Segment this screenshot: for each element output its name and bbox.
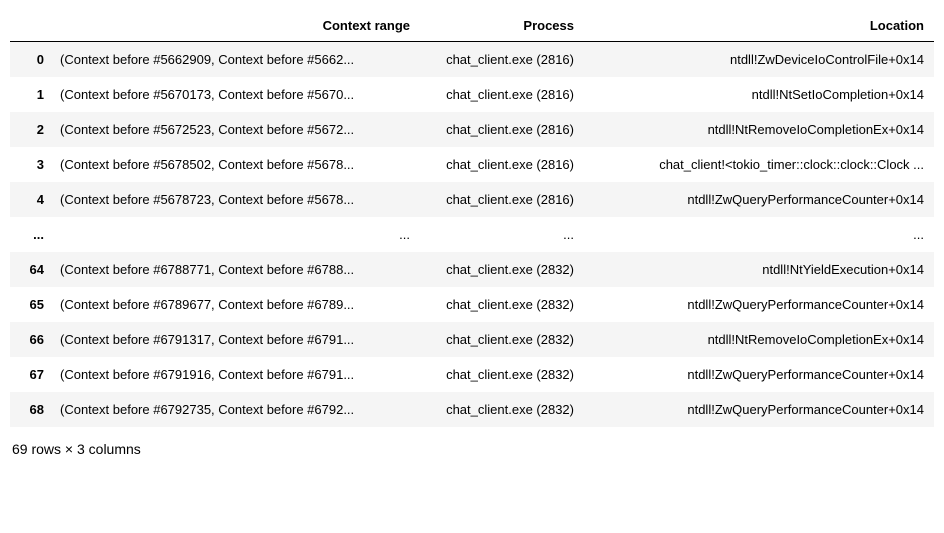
cell-process: chat_client.exe (2816) xyxy=(420,147,584,182)
table-row: 68 (Context before #6792735, Context bef… xyxy=(10,392,934,427)
cell-location: ntdll!NtSetIoCompletion+0x14 xyxy=(584,77,934,112)
row-index: 67 xyxy=(10,357,50,392)
cell-location: ntdll!ZwDeviceIoControlFile+0x14 xyxy=(584,42,934,78)
cell-context: (Context before #6789677, Context before… xyxy=(50,287,420,322)
cell-context: (Context before #5662909, Context before… xyxy=(50,42,420,78)
cell-location: ntdll!ZwQueryPerformanceCounter+0x14 xyxy=(584,357,934,392)
cell-context: (Context before #5670173, Context before… xyxy=(50,77,420,112)
table-row: 0 (Context before #5662909, Context befo… xyxy=(10,42,934,78)
table-row: 66 (Context before #6791317, Context bef… xyxy=(10,322,934,357)
header-context-range: Context range xyxy=(50,10,420,42)
cell-process: chat_client.exe (2816) xyxy=(420,77,584,112)
table-row: 1 (Context before #5670173, Context befo… xyxy=(10,77,934,112)
header-row: Context range Process Location xyxy=(10,10,934,42)
row-index: 66 xyxy=(10,322,50,357)
cell-context: (Context before #5678502, Context before… xyxy=(50,147,420,182)
table-row: 64 (Context before #6788771, Context bef… xyxy=(10,252,934,287)
cell-process: chat_client.exe (2816) xyxy=(420,42,584,78)
cell-context: (Context before #6792735, Context before… xyxy=(50,392,420,427)
header-location: Location xyxy=(584,10,934,42)
cell-context: (Context before #6791317, Context before… xyxy=(50,322,420,357)
cell-context: (Context before #5672523, Context before… xyxy=(50,112,420,147)
row-index: 64 xyxy=(10,252,50,287)
table-row: 67 (Context before #6791916, Context bef… xyxy=(10,357,934,392)
cell-context: (Context before #6791916, Context before… xyxy=(50,357,420,392)
cell-location: ntdll!NtYieldExecution+0x14 xyxy=(584,252,934,287)
row-index: 2 xyxy=(10,112,50,147)
cell-context: (Context before #6788771, Context before… xyxy=(50,252,420,287)
cell-process: chat_client.exe (2816) xyxy=(420,182,584,217)
cell-location: ntdll!NtRemoveIoCompletionEx+0x14 xyxy=(584,322,934,357)
row-index: 4 xyxy=(10,182,50,217)
summary-text: 69 rows × 3 columns xyxy=(10,427,934,461)
header-index-blank xyxy=(10,10,50,42)
header-process: Process xyxy=(420,10,584,42)
cell-process: chat_client.exe (2832) xyxy=(420,392,584,427)
cell-process: chat_client.exe (2832) xyxy=(420,252,584,287)
cell-process: chat_client.exe (2832) xyxy=(420,287,584,322)
row-index: ... xyxy=(10,217,50,252)
table-row: 3 (Context before #5678502, Context befo… xyxy=(10,147,934,182)
row-index: 65 xyxy=(10,287,50,322)
row-index: 68 xyxy=(10,392,50,427)
row-index: 3 xyxy=(10,147,50,182)
row-index: 1 xyxy=(10,77,50,112)
table-body: 0 (Context before #5662909, Context befo… xyxy=(10,42,934,428)
cell-location: ntdll!ZwQueryPerformanceCounter+0x14 xyxy=(584,182,934,217)
cell-process: ... xyxy=(420,217,584,252)
table-row: 4 (Context before #5678723, Context befo… xyxy=(10,182,934,217)
table-row: 65 (Context before #6789677, Context bef… xyxy=(10,287,934,322)
cell-location: ntdll!ZwQueryPerformanceCounter+0x14 xyxy=(584,392,934,427)
cell-context: (Context before #5678723, Context before… xyxy=(50,182,420,217)
dataframe-table: Context range Process Location 0 (Contex… xyxy=(10,10,934,427)
cell-process: chat_client.exe (2816) xyxy=(420,112,584,147)
table-row: 2 (Context before #5672523, Context befo… xyxy=(10,112,934,147)
cell-location: chat_client!<tokio_timer::clock::clock::… xyxy=(584,147,934,182)
cell-process: chat_client.exe (2832) xyxy=(420,357,584,392)
row-index: 0 xyxy=(10,42,50,78)
cell-process: chat_client.exe (2832) xyxy=(420,322,584,357)
cell-context: ... xyxy=(50,217,420,252)
cell-location: ... xyxy=(584,217,934,252)
cell-location: ntdll!NtRemoveIoCompletionEx+0x14 xyxy=(584,112,934,147)
cell-location: ntdll!ZwQueryPerformanceCounter+0x14 xyxy=(584,287,934,322)
ellipsis-row: ... ... ... ... xyxy=(10,217,934,252)
